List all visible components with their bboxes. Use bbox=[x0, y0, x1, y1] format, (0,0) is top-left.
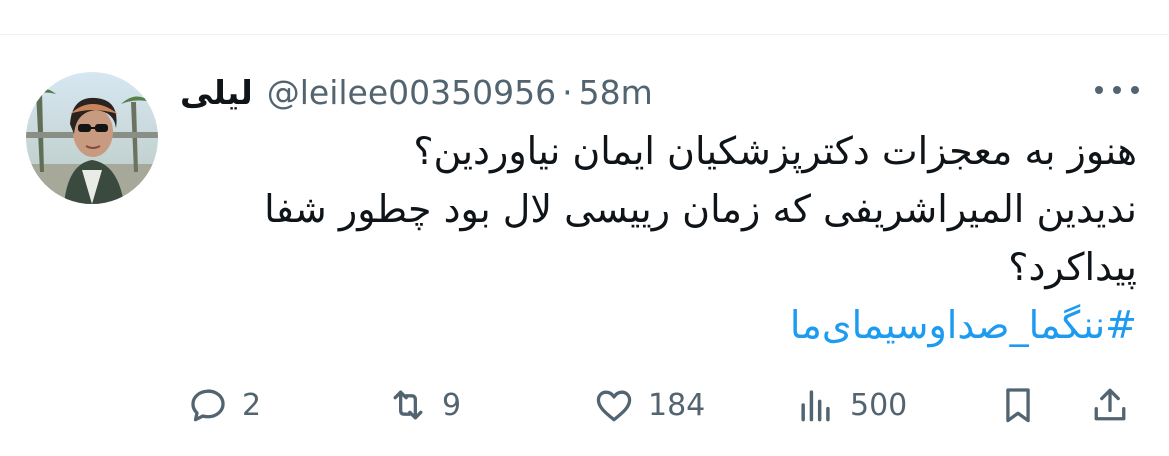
bookmark-icon bbox=[1006, 388, 1030, 423]
dot bbox=[1095, 86, 1103, 94]
avatar[interactable] bbox=[26, 72, 158, 204]
timestamp[interactable]: 58m bbox=[579, 73, 653, 112]
action-bar: 2 9 184 500 bbox=[0, 380, 1169, 430]
more-options-icon[interactable] bbox=[1095, 78, 1139, 102]
reply-button[interactable]: 2 bbox=[186, 380, 261, 430]
dot bbox=[1113, 86, 1121, 94]
views-icon bbox=[801, 390, 830, 422]
like-count: 184 bbox=[648, 387, 706, 423]
views-count: 500 bbox=[850, 387, 908, 423]
tweet-line: ندیدین المیراشریفی که زمان رییسی لال بود… bbox=[264, 187, 1137, 231]
share-button[interactable] bbox=[1088, 380, 1132, 430]
tweet-header: لیلی @leilee00350956 · 58m bbox=[180, 66, 1130, 118]
dot-separator: · bbox=[562, 72, 573, 112]
tweet-line: پیداکرد؟ bbox=[1008, 245, 1137, 289]
tweet-text: هنوز به معجزات دکترپزشکیان ایمان نیاوردی… bbox=[190, 122, 1137, 354]
display-name[interactable]: لیلی bbox=[180, 73, 253, 112]
retweet-count: 9 bbox=[442, 387, 462, 423]
bookmark-button[interactable] bbox=[996, 380, 1040, 430]
top-divider bbox=[0, 34, 1169, 35]
views-button[interactable]: 500 bbox=[794, 380, 907, 430]
reply-count: 2 bbox=[242, 387, 262, 423]
tweet-line: هنوز به معجزات دکترپزشکیان ایمان نیاوردی… bbox=[413, 129, 1137, 173]
share-icon bbox=[1094, 388, 1126, 421]
heart-icon bbox=[596, 390, 632, 422]
user-handle[interactable]: @leilee00350956 bbox=[267, 73, 556, 112]
dot bbox=[1131, 86, 1139, 94]
like-button[interactable]: 184 bbox=[592, 380, 705, 430]
retweet-icon bbox=[393, 390, 423, 420]
reply-icon bbox=[191, 389, 225, 422]
retweet-button[interactable]: 9 bbox=[386, 380, 461, 430]
hashtag-link[interactable]: #ننگما_صداوسیمای‌ما bbox=[190, 296, 1137, 354]
